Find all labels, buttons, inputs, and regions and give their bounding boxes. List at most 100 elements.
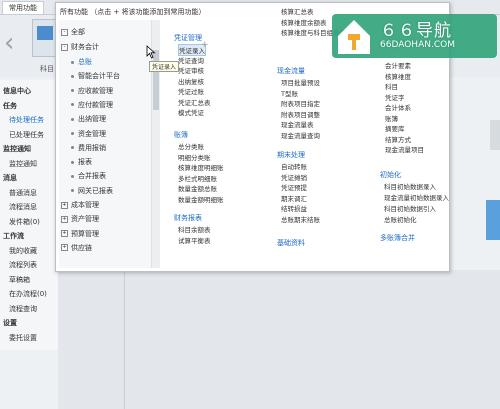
sidebar-item[interactable]: 待处理任务 — [9, 115, 44, 125]
watermark-url: 66DAOHAN.COM — [380, 40, 455, 50]
function-item[interactable]: 现金流量查询 — [281, 130, 320, 140]
sidebar-item[interactable]: 我的收藏 — [9, 246, 37, 256]
function-group-title: 多账簿合并 — [380, 234, 415, 242]
function-item[interactable]: 摘要库 — [385, 123, 405, 133]
sidebar-item[interactable]: 发件箱(0) — [9, 217, 40, 227]
function-item[interactable]: 凭证审核 — [178, 65, 204, 75]
function-item[interactable]: 总账期末结账 — [281, 214, 320, 224]
tree-node-child[interactable]: 合并报表 — [71, 171, 106, 181]
collapse-icon[interactable]: - — [61, 28, 68, 36]
function-item[interactable]: 科目初始数据录入 — [384, 181, 436, 191]
side-scroll-handle[interactable] — [490, 120, 500, 150]
sidebar-section-header[interactable]: 设置 — [3, 318, 17, 328]
function-item[interactable]: 会计体系 — [385, 102, 411, 112]
watermark-title: ６６导航 — [380, 21, 452, 41]
tree-node-parent[interactable]: + 供应链 — [61, 243, 92, 253]
function-group-title: 账簿 — [174, 131, 188, 139]
function-item[interactable]: 凭证字 — [385, 92, 405, 102]
tree-node-parent[interactable]: + 资产管理 — [61, 214, 99, 224]
tree-node-child[interactable]: 资金管理 — [71, 129, 106, 139]
function-item[interactable]: 科目初始数据引入 — [384, 203, 436, 213]
tree-node-child[interactable]: 报表 — [71, 157, 92, 167]
function-item[interactable]: 账簿 — [385, 113, 398, 123]
dialog-title: 所有功能 （点击 + 将该功能添加到常用功能） — [60, 8, 206, 16]
tree-node-child[interactable]: 应收款管理 — [71, 86, 113, 96]
app-shortcut-label: 科目 — [40, 65, 54, 73]
tree-node-parent[interactable]: - 财务会计 — [61, 42, 99, 52]
sidebar-item[interactable]: 流程查询 — [9, 304, 37, 314]
tree-node-parent[interactable]: - 全部 — [61, 27, 85, 37]
function-item[interactable]: 总分类账 — [178, 141, 204, 151]
scrollbar-thumb[interactable] — [153, 50, 159, 110]
sidebar-item[interactable]: 流程列表 — [9, 260, 37, 270]
function-item[interactable]: 明细分类账 — [178, 152, 211, 162]
function-item[interactable]: 核算汇总表 — [281, 6, 314, 16]
function-item[interactable]: 会计要素 — [385, 60, 411, 70]
tree-node-child[interactable]: 费用报销 — [71, 143, 106, 153]
tree-node-parent[interactable]: + 成本管理 — [61, 200, 99, 210]
sidebar-item[interactable]: 流程消息 — [9, 202, 37, 212]
function-group-title: 基础资料 — [277, 239, 305, 247]
tab-common-functions[interactable]: 常用功能 — [2, 1, 44, 14]
function-item[interactable]: 现金流量初始数据录入 — [384, 192, 449, 202]
sidebar-section-header[interactable]: 工作流 — [3, 231, 24, 241]
function-item[interactable]: 附表项目调整 — [281, 109, 320, 119]
bullet-icon — [71, 117, 74, 121]
tree-node-parent[interactable]: + 预算管理 — [61, 229, 99, 239]
chevron-left-icon[interactable]: ‹ — [4, 30, 14, 56]
tree-node-child[interactable]: 应付款管理 — [71, 100, 113, 110]
function-item[interactable]: 凭证汇总表 — [178, 97, 211, 107]
function-item[interactable]: 科目余额表 — [178, 224, 211, 234]
tooltip: 凭证录入 — [149, 61, 180, 72]
function-item[interactable]: 核算维度 — [385, 71, 411, 81]
function-item[interactable]: 结转损益 — [281, 203, 307, 213]
tree-node-child[interactable]: 网关已报表 — [71, 186, 113, 196]
bullet-icon — [71, 103, 74, 107]
function-item[interactable]: 核算维度明细账 — [178, 162, 224, 172]
sidebar-item[interactable]: 普通消息 — [9, 188, 37, 198]
sidebar-section-header[interactable]: 任务 — [3, 101, 17, 111]
tree-node-child[interactable]: 智能会计平台 — [71, 71, 120, 81]
expand-icon[interactable]: + — [61, 201, 68, 209]
function-item[interactable]: 模式凭证 — [178, 107, 204, 117]
function-item[interactable]: 试算平衡表 — [178, 235, 211, 245]
sidebar-item[interactable]: 草稿箱 — [9, 275, 30, 285]
function-item[interactable]: 自动转账 — [281, 161, 307, 171]
function-item[interactable]: 凭证查询 — [178, 55, 204, 65]
function-item[interactable]: T型账 — [281, 88, 298, 98]
bullet-icon — [71, 174, 74, 178]
add-to-common-icon[interactable]: + — [201, 40, 209, 50]
function-item[interactable]: 现金流量项目 — [385, 144, 424, 154]
function-item[interactable]: 附表项目指定 — [281, 98, 320, 108]
tree-node-child[interactable]: 总账 — [71, 57, 92, 67]
function-item[interactable]: 数量金额明细账 — [178, 194, 224, 204]
function-item[interactable]: 总账初始化 — [384, 214, 417, 224]
sidebar-item[interactable]: 在办流程(0) — [9, 289, 47, 299]
side-tool-buttons[interactable] — [486, 200, 500, 240]
function-item[interactable]: 现金流量表 — [281, 119, 314, 129]
function-item[interactable]: 结算方式 — [385, 134, 411, 144]
sidebar-section-header[interactable]: 信息中心 — [3, 86, 31, 96]
function-item[interactable]: 凭证过账 — [178, 86, 204, 96]
function-item[interactable]: 项目批量预设 — [281, 77, 320, 87]
expand-icon[interactable]: + — [61, 215, 68, 223]
sidebar-item[interactable]: 委托设置 — [9, 333, 37, 343]
function-group-title: 期末处理 — [277, 151, 305, 159]
function-item[interactable]: 期末调汇 — [281, 193, 307, 203]
sidebar-item[interactable]: 已处理任务 — [9, 130, 44, 140]
collapse-icon[interactable]: - — [61, 43, 68, 51]
function-item[interactable]: 凭证摊销 — [281, 172, 307, 182]
sidebar-item[interactable]: 监控通知 — [9, 159, 37, 169]
function-item[interactable]: 多栏式明细账 — [178, 173, 217, 183]
function-item[interactable]: 数量金额总账 — [178, 183, 217, 193]
expand-icon[interactable]: + — [61, 244, 68, 252]
mouse-cursor-icon — [146, 45, 156, 59]
tree-node-child[interactable]: 出纳管理 — [71, 114, 106, 124]
function-item[interactable]: 科目 — [385, 81, 398, 91]
sidebar-section-header[interactable]: 消息 — [3, 173, 17, 183]
function-item[interactable]: 凭证预提 — [281, 182, 307, 192]
expand-icon[interactable]: + — [61, 230, 68, 238]
sidebar-section-header[interactable]: 监控通知 — [3, 144, 31, 154]
function-item[interactable]: 出纳复核 — [178, 76, 204, 86]
function-item[interactable]: 核算维度余额表 — [281, 17, 327, 27]
